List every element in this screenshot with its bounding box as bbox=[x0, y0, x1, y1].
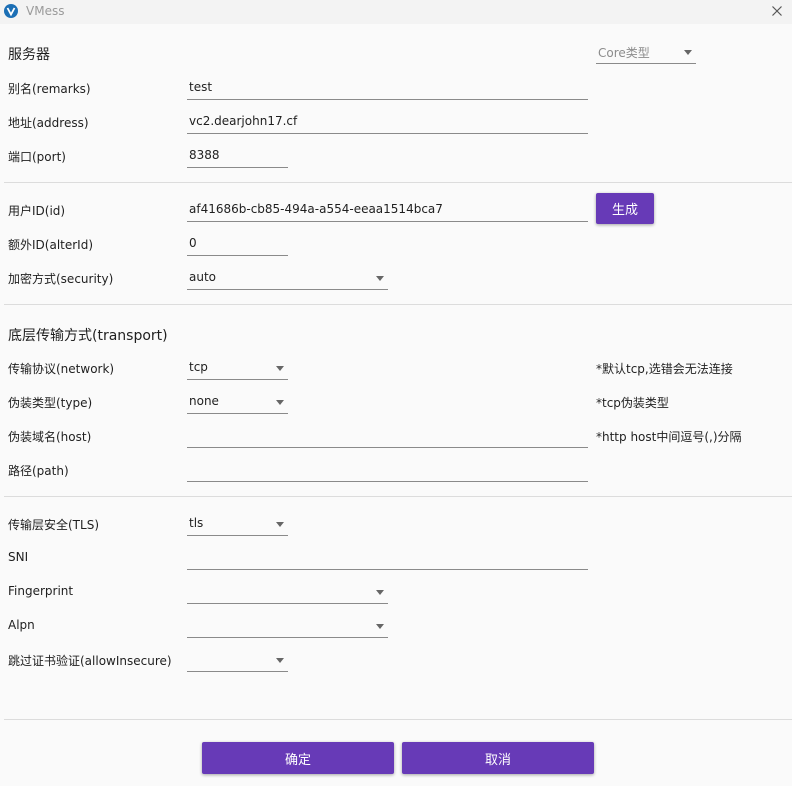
server-section-title: 服务器 bbox=[8, 47, 50, 63]
allow-insecure-label: 跳过证书验证(allowInsecure) bbox=[8, 654, 172, 668]
fingerprint-select[interactable] bbox=[187, 582, 388, 604]
port-input[interactable]: 8388 bbox=[187, 146, 288, 168]
chevron-down-icon bbox=[276, 400, 284, 405]
remarks-value: test bbox=[189, 80, 213, 94]
close-button[interactable] bbox=[762, 0, 792, 22]
address-input[interactable]: vc2.dearjohn17.cf bbox=[187, 112, 588, 134]
cancel-button[interactable]: 取消 bbox=[402, 742, 594, 774]
port-label: 端口(port) bbox=[8, 150, 66, 164]
chevron-down-icon bbox=[684, 50, 692, 55]
alpn-label: Alpn bbox=[8, 618, 35, 632]
chevron-down-icon bbox=[276, 658, 284, 663]
remarks-label: 别名(remarks) bbox=[8, 82, 91, 96]
divider bbox=[4, 182, 792, 183]
v2ray-logo-icon bbox=[4, 4, 18, 18]
security-value: auto bbox=[189, 270, 217, 284]
core-type-placeholder: Core类型 bbox=[598, 46, 650, 60]
path-input[interactable] bbox=[187, 460, 588, 482]
sni-label: SNI bbox=[8, 550, 29, 564]
transport-section-title: 底层传输方式(transport) bbox=[8, 328, 168, 344]
chevron-down-icon bbox=[276, 366, 284, 371]
address-label: 地址(address) bbox=[8, 116, 89, 130]
core-type-select[interactable]: Core类型 bbox=[596, 42, 696, 64]
sni-input[interactable] bbox=[187, 548, 588, 570]
divider bbox=[4, 496, 792, 497]
network-hint: *默认tcp,选错会无法连接 bbox=[596, 362, 733, 376]
network-value: tcp bbox=[189, 360, 208, 374]
chevron-down-icon bbox=[376, 624, 384, 629]
alter-id-label: 额外ID(alterId) bbox=[8, 238, 94, 252]
close-icon bbox=[772, 6, 782, 16]
path-label: 路径(path) bbox=[8, 464, 69, 478]
type-select[interactable]: none bbox=[187, 392, 288, 414]
host-input[interactable] bbox=[187, 426, 588, 448]
fingerprint-label: Fingerprint bbox=[8, 584, 74, 598]
security-label: 加密方式(security) bbox=[8, 272, 114, 286]
ok-button[interactable]: 确定 bbox=[202, 742, 394, 774]
user-id-input[interactable]: af41686b-cb85-494a-a554-eeaa1514bca7 bbox=[187, 200, 588, 222]
security-select[interactable]: auto bbox=[187, 268, 388, 290]
host-hint: *http host中间逗号(,)分隔 bbox=[596, 430, 742, 444]
type-value: none bbox=[189, 394, 219, 408]
chevron-down-icon bbox=[376, 590, 384, 595]
chevron-down-icon bbox=[376, 276, 384, 281]
tls-select[interactable]: tls bbox=[187, 514, 288, 536]
user-id-label: 用户ID(id) bbox=[8, 204, 66, 218]
tls-label: 传输层安全(TLS) bbox=[8, 518, 99, 532]
remarks-input[interactable]: test bbox=[187, 78, 588, 100]
generate-button[interactable]: 生成 bbox=[596, 193, 654, 224]
alpn-select[interactable] bbox=[187, 616, 388, 638]
chevron-down-icon bbox=[276, 522, 284, 527]
alter-id-value: 0 bbox=[189, 236, 197, 250]
user-id-value: af41686b-cb85-494a-a554-eeaa1514bca7 bbox=[189, 202, 443, 216]
network-label: 传输协议(network) bbox=[8, 362, 115, 376]
allow-insecure-select[interactable] bbox=[187, 650, 288, 672]
alter-id-input[interactable]: 0 bbox=[187, 234, 288, 256]
window-title: VMess bbox=[26, 4, 65, 18]
host-label: 伪装域名(host) bbox=[8, 430, 92, 444]
title-bar: VMess bbox=[0, 0, 792, 24]
divider bbox=[4, 304, 792, 305]
tls-value: tls bbox=[189, 516, 204, 530]
type-label: 伪装类型(type) bbox=[8, 396, 93, 410]
network-select[interactable]: tcp bbox=[187, 358, 288, 380]
divider bbox=[4, 719, 792, 720]
port-value: 8388 bbox=[189, 148, 220, 162]
type-hint: *tcp伪装类型 bbox=[596, 396, 669, 410]
address-value: vc2.dearjohn17.cf bbox=[189, 114, 298, 128]
